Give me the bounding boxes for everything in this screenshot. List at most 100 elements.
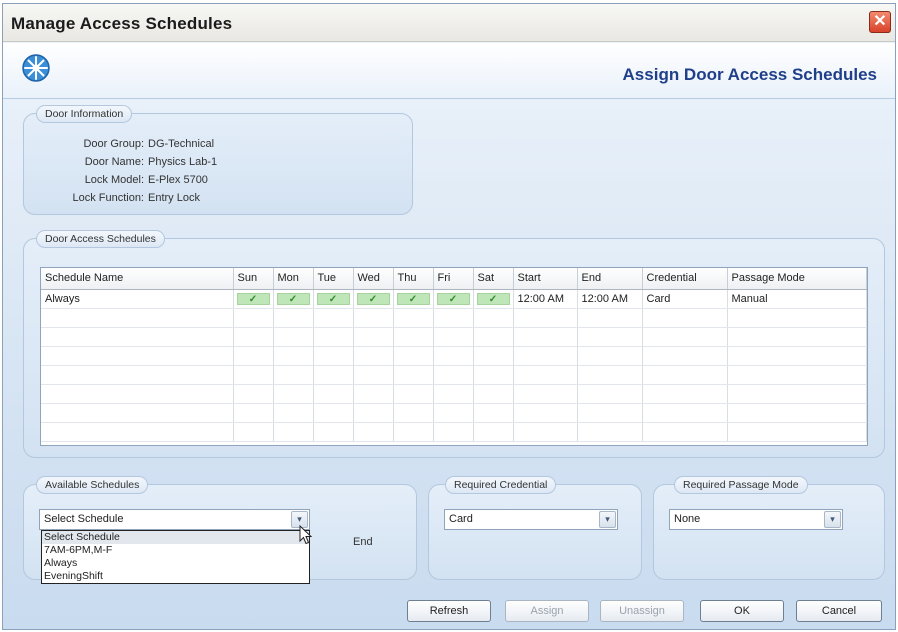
col-header[interactable]: Mon — [273, 268, 314, 290]
empty-cell — [473, 308, 514, 328]
required-credential-group: Required Credential — [428, 476, 642, 580]
dropdown-option[interactable]: Select Schedule — [42, 531, 309, 544]
cell-schedule-name: Always — [41, 289, 234, 309]
dropdown-option[interactable]: EveningShift — [42, 570, 309, 583]
info-value: DG-Technical — [148, 138, 215, 150]
empty-cell — [393, 346, 434, 366]
cell-end: 12:00 AM — [577, 289, 643, 309]
cell-start: 12:00 AM — [513, 289, 578, 309]
empty-cell — [727, 327, 867, 347]
col-header[interactable]: Sun — [233, 268, 274, 290]
empty-cell — [577, 346, 643, 366]
empty-cell — [353, 308, 394, 328]
empty-cell — [393, 365, 434, 385]
table-row-empty — [41, 365, 867, 385]
col-header[interactable]: End — [577, 268, 643, 290]
info-label: Door Group: — [83, 138, 144, 150]
chevron-down-icon[interactable]: ▾ — [824, 511, 841, 528]
col-header[interactable]: Wed — [353, 268, 394, 290]
combo-value: Card — [449, 513, 473, 525]
table-row-empty — [41, 422, 867, 442]
empty-cell — [513, 308, 578, 328]
empty-cell — [273, 384, 314, 404]
header-band: Assign Door Access Schedules — [3, 43, 895, 99]
empty-cell — [513, 346, 578, 366]
empty-cell — [513, 365, 578, 385]
assign-button[interactable]: Assign — [505, 600, 589, 622]
empty-cell — [41, 384, 234, 404]
close-button[interactable]: ✕ — [869, 11, 891, 33]
empty-cell — [577, 384, 643, 404]
empty-cell — [41, 327, 234, 347]
table-row-empty — [41, 327, 867, 347]
empty-cell — [233, 422, 274, 442]
window-title: Manage Access Schedules — [11, 14, 233, 33]
empty-cell — [433, 308, 474, 328]
empty-cell — [433, 346, 474, 366]
col-header[interactable]: Start — [513, 268, 578, 290]
check-icon: ✓ — [236, 292, 270, 305]
empty-cell — [41, 403, 234, 423]
col-header[interactable]: Sat — [473, 268, 514, 290]
empty-cell — [727, 308, 867, 328]
empty-cell — [41, 346, 234, 366]
cell-day: ✓ — [273, 289, 314, 309]
col-header[interactable]: Credential — [642, 268, 728, 290]
required-passage-mode-combo[interactable]: None ▾ — [669, 509, 843, 530]
chevron-down-icon[interactable]: ▾ — [599, 511, 616, 528]
available-schedules-combo[interactable]: Select Schedule ▾ — [39, 509, 310, 530]
required-passage-mode-group: Required Passage Mode — [653, 476, 885, 580]
empty-cell — [393, 384, 434, 404]
empty-cell — [473, 422, 514, 442]
empty-cell — [433, 365, 474, 385]
available-schedules-dropdown[interactable]: Select Schedule 7AM-6PM,M-F Always Eveni… — [41, 530, 310, 584]
info-label: Lock Model: — [84, 174, 144, 186]
unassign-button[interactable]: Unassign — [600, 600, 684, 622]
cancel-button[interactable]: Cancel — [796, 600, 882, 622]
door-access-schedules-legend: Door Access Schedules — [36, 230, 165, 248]
col-header[interactable]: Passage Mode — [727, 268, 867, 290]
empty-cell — [513, 422, 578, 442]
empty-cell — [313, 308, 354, 328]
grid-header-row: Schedule Name Sun Mon Tue Wed Thu Fri Sa… — [41, 268, 867, 290]
col-header[interactable]: Thu — [393, 268, 434, 290]
door-information-legend: Door Information — [36, 105, 133, 123]
empty-cell — [233, 403, 274, 423]
info-label: Door Name: — [84, 156, 144, 168]
combo-value: None — [674, 513, 701, 525]
empty-cell — [353, 403, 394, 423]
required-credential-combo[interactable]: Card ▾ — [444, 509, 618, 530]
empty-cell — [313, 365, 354, 385]
ok-button[interactable]: OK — [700, 600, 784, 622]
col-header[interactable]: Schedule Name — [41, 268, 234, 290]
check-icon: ✓ — [316, 292, 350, 305]
info-value: Physics Lab-1 — [148, 156, 218, 168]
empty-cell — [353, 384, 394, 404]
door-information-group: Door Information Door Group: DG-Technica… — [23, 105, 413, 215]
table-row[interactable]: Always ✓ ✓ ✓ ✓ ✓ ✓ ✓ 12:00 AM 12:00 AM C… — [41, 289, 867, 309]
empty-cell — [313, 346, 354, 366]
empty-cell — [41, 308, 234, 328]
check-icon: ✓ — [396, 292, 430, 305]
empty-cell — [577, 403, 643, 423]
end-label: End — [353, 536, 373, 548]
schedules-grid[interactable]: Schedule Name Sun Mon Tue Wed Thu Fri Sa… — [40, 267, 868, 446]
info-value: E-Plex 5700 — [148, 174, 208, 186]
col-header[interactable]: Tue — [313, 268, 354, 290]
check-icon: ✓ — [276, 292, 310, 305]
empty-cell — [41, 422, 234, 442]
combo-value: Select Schedule — [44, 513, 124, 525]
info-value: Entry Lock — [148, 192, 200, 204]
empty-cell — [513, 327, 578, 347]
refresh-button[interactable]: Refresh — [407, 600, 491, 622]
empty-cell — [642, 384, 728, 404]
col-header[interactable]: Fri — [433, 268, 474, 290]
empty-cell — [353, 346, 394, 366]
empty-cell — [273, 346, 314, 366]
empty-cell — [353, 327, 394, 347]
empty-cell — [727, 384, 867, 404]
empty-cell — [313, 384, 354, 404]
dropdown-option[interactable]: 7AM-6PM,M-F — [42, 544, 309, 557]
empty-cell — [473, 327, 514, 347]
dropdown-option[interactable]: Always — [42, 557, 309, 570]
